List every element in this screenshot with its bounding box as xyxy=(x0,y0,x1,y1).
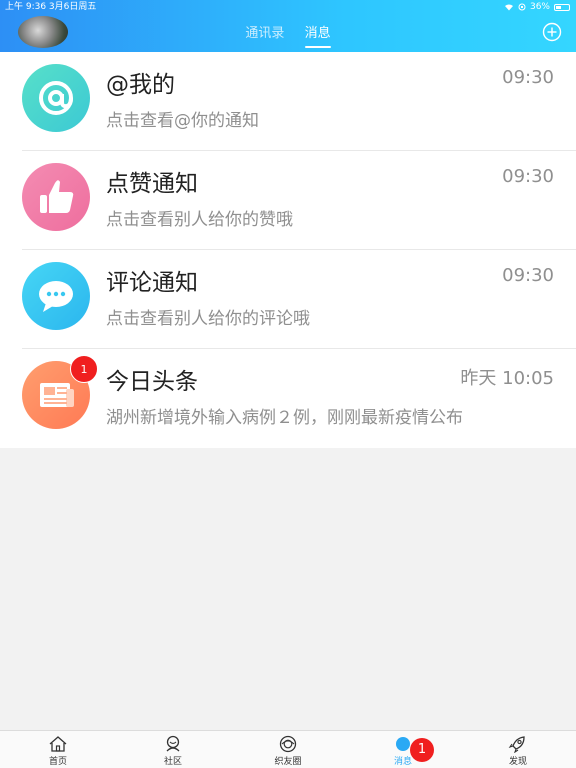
tabbar-label: 社区 xyxy=(163,757,182,767)
tabbar-label: 首页 xyxy=(48,757,67,767)
message-list: @我的 点击查看@你的通知 09:30 点赞通知 点击查看别人给你的赞哦 09:… xyxy=(0,52,576,448)
moments-icon xyxy=(279,735,297,753)
message-time: 09:30 xyxy=(502,166,554,187)
status-bar: 上午 9:36 3月6日周五 36% xyxy=(0,0,576,14)
status-time-date: 上午 9:36 3月6日周五 xyxy=(5,2,97,12)
rocket-icon xyxy=(508,736,525,753)
message-row-comments[interactable]: 评论通知 点击查看别人给你的评论哦 09:30 xyxy=(0,250,576,349)
community-icon xyxy=(166,735,180,752)
at-icon xyxy=(39,81,73,115)
tab-contacts[interactable]: 通讯录 xyxy=(245,22,284,45)
message-title: 今日头条 xyxy=(106,369,198,395)
chat-bubble-icon xyxy=(39,281,73,312)
status-indicators: 36% xyxy=(504,0,570,14)
mentions-avatar xyxy=(22,64,90,132)
message-title: 点赞通知 xyxy=(106,171,198,197)
tabbar-item-home[interactable]: 首页 xyxy=(18,735,98,767)
tabbar-label: 发现 xyxy=(508,757,527,767)
tabbar-item-messages[interactable]: 1 消息 xyxy=(363,735,443,767)
tabbar-unread-badge: 1 xyxy=(410,738,434,762)
top-header: 上午 9:36 3月6日周五 36% 通讯录 消息 xyxy=(0,0,576,52)
message-title: @我的 xyxy=(106,72,175,98)
unread-badge: 1 xyxy=(70,355,98,383)
wifi-icon xyxy=(504,4,513,11)
battery-icon xyxy=(554,3,570,11)
add-circle-icon[interactable] xyxy=(542,22,562,42)
message-subtitle: 点击查看别人给你的评论哦 xyxy=(106,309,310,329)
thumbs-up-icon xyxy=(40,180,74,213)
header-tabs: 通讯录 消息 xyxy=(0,22,576,48)
message-row-headlines[interactable]: 1 今日头条 湖州新增境外输入病例２例，刚刚最新疫情公布 昨天 10:05 xyxy=(0,349,576,448)
home-icon xyxy=(49,736,67,752)
tabbar-item-community[interactable]: 社区 xyxy=(133,735,213,767)
message-subtitle: 点击查看别人给你的赞哦 xyxy=(106,210,293,230)
tab-messages[interactable]: 消息 xyxy=(304,22,331,48)
tabbar-item-moments[interactable]: 织友圈 xyxy=(248,735,328,767)
message-time: 09:30 xyxy=(502,265,554,286)
comments-avatar xyxy=(22,262,90,330)
message-time: 09:30 xyxy=(502,67,554,88)
bottom-tab-bar: 首页 社区 织友圈 1 消息 发现 xyxy=(0,730,576,768)
battery-percent: 36% xyxy=(529,2,550,12)
message-time: 昨天 10:05 xyxy=(460,368,554,389)
message-row-mentions[interactable]: @我的 点击查看@你的通知 09:30 xyxy=(0,52,576,151)
orientation-lock-icon xyxy=(518,3,526,11)
tabbar-label: 织友圈 xyxy=(274,757,302,767)
likes-avatar xyxy=(22,163,90,231)
message-row-likes[interactable]: 点赞通知 点击查看别人给你的赞哦 09:30 xyxy=(0,151,576,250)
tabbar-item-discover[interactable]: 发现 xyxy=(478,735,558,767)
message-subtitle: 湖州新增境外输入病例２例，刚刚最新疫情公布 xyxy=(106,408,463,428)
message-subtitle: 点击查看@你的通知 xyxy=(106,111,259,131)
message-title: 评论通知 xyxy=(106,270,198,296)
